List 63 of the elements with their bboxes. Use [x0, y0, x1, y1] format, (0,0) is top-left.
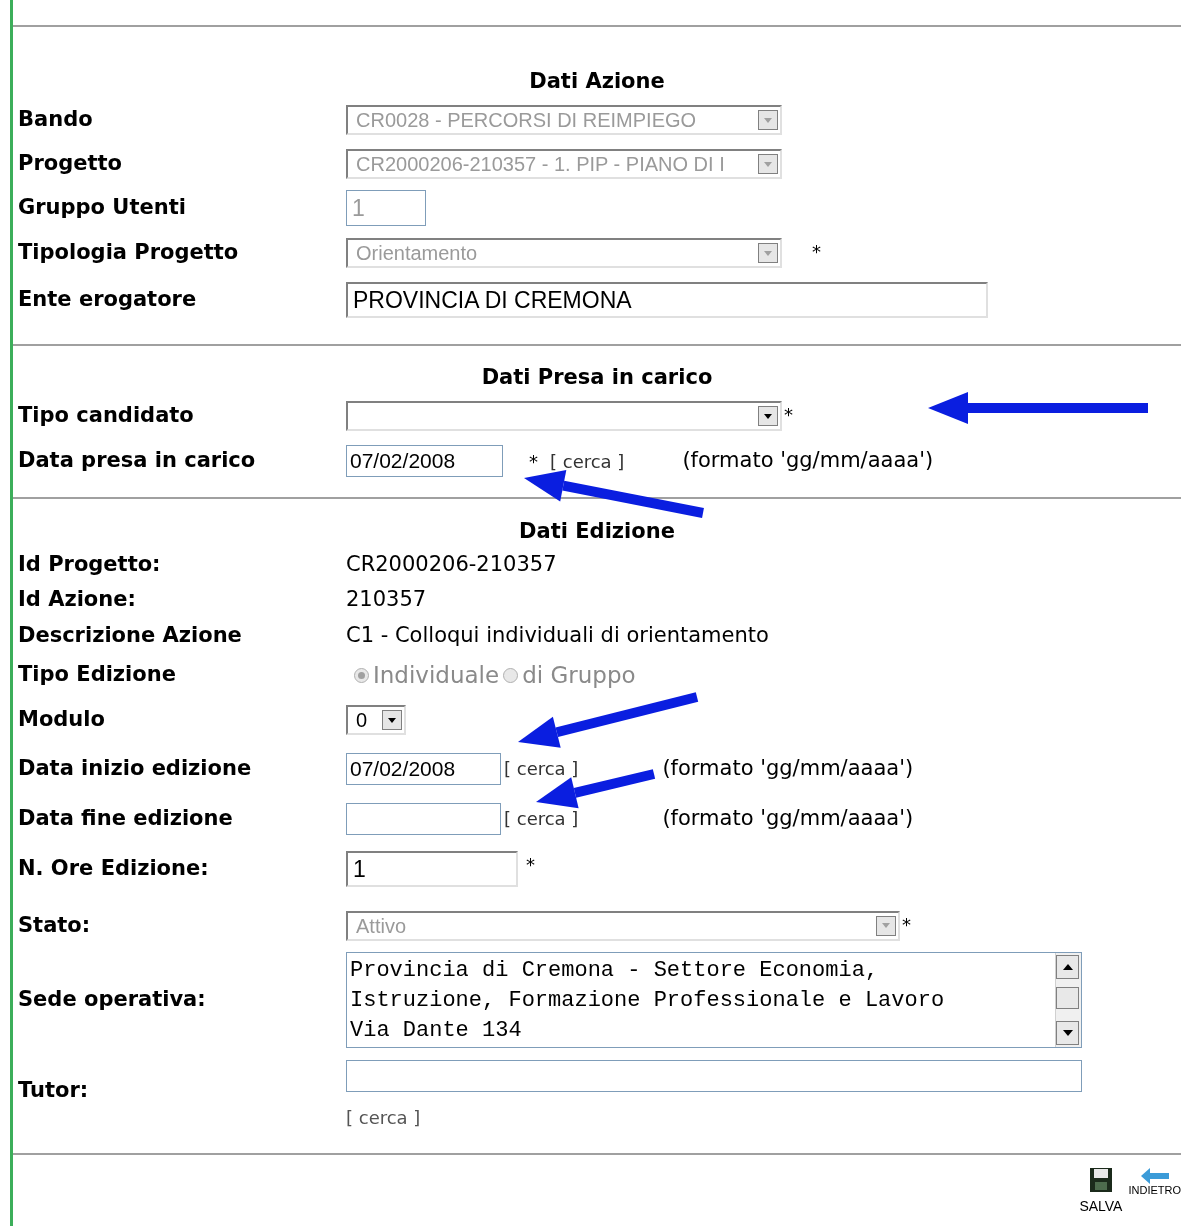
field-label: Tipo candidato: [17, 402, 195, 430]
format-hint: (formato 'gg/mm/aaaa'): [662, 804, 914, 832]
field-label: Stato:: [17, 911, 92, 939]
section-heading: Dati Edizione: [519, 518, 675, 544]
back-button[interactable]: INDIETRO: [1128, 1167, 1181, 1197]
field-label: Gruppo Utenti: [17, 194, 187, 222]
scrollbar[interactable]: [1055, 952, 1081, 1047]
scroll-down-icon[interactable]: [1056, 1020, 1079, 1045]
field-label: Tipo Edizione: [17, 661, 177, 689]
field-label: Progetto: [17, 150, 123, 178]
field-label: Data fine edizione: [17, 804, 234, 832]
field-label: N. Ore Edizione:: [17, 855, 210, 883]
dropdown-button[interactable]: [382, 710, 402, 730]
date-field[interactable]: 07/02/2008: [346, 445, 503, 477]
field-value: 210357: [346, 585, 427, 613]
scroll-up-icon[interactable]: [1056, 954, 1079, 979]
date-field[interactable]: 07/02/2008: [346, 752, 501, 785]
format-hint: (formato 'gg/mm/aaaa'): [682, 447, 934, 475]
input-field[interactable]: 1: [346, 851, 518, 887]
field-label: Modulo: [17, 706, 106, 734]
format-hint: (formato 'gg/mm/aaaa'): [662, 754, 914, 782]
caret-icon: [764, 161, 772, 167]
scroll-thumb[interactable]: [1056, 986, 1079, 1009]
date-field[interactable]: [346, 802, 501, 835]
required-asterisk: *: [902, 912, 911, 937]
section-heading: Dati Azione: [529, 68, 665, 94]
field-label: Ente erogatore: [17, 286, 198, 314]
required-asterisk: *: [784, 403, 793, 427]
caret-icon: [764, 413, 772, 419]
caret-icon: [882, 923, 890, 928]
search-link[interactable]: [ cerca ]: [504, 755, 579, 782]
text-line: Istruzione, Formazione Professionale e Lavoro: [350, 986, 946, 1015]
field-label: Descrizione Azione: [17, 621, 243, 649]
field-value: CR2000206-210357: [346, 551, 557, 579]
required-asterisk: *: [526, 853, 535, 877]
save-button[interactable]: SALVA: [1079, 1167, 1123, 1213]
input-field[interactable]: PROVINCIA DI CREMONA: [346, 282, 988, 318]
field-label: Data inizio edizione: [17, 754, 253, 782]
field-label: Bando: [17, 106, 94, 134]
field-value: C1 - Colloqui individuali di orientamento: [346, 621, 769, 649]
caret-icon: [764, 117, 772, 123]
field-label: Id Progetto:: [17, 551, 162, 579]
text-line: Via Dante 134: [350, 1016, 523, 1045]
text-line: Provincia di Cremona - Settore Economia,: [350, 956, 880, 985]
dropdown[interactable]: [346, 401, 782, 431]
required-asterisk: *: [529, 449, 538, 474]
search-link[interactable]: [ cerca ]: [550, 447, 625, 475]
search-link[interactable]: [ cerca ]: [504, 805, 579, 832]
left-arrow-icon: [1139, 1167, 1170, 1185]
field-label: Tutor:: [17, 1077, 90, 1105]
field-label: Sede operativa:: [17, 985, 207, 1013]
field-label: Id Azione:: [17, 585, 137, 613]
input-field[interactable]: [346, 1059, 1082, 1092]
required-asterisk: *: [812, 240, 821, 264]
section-heading: Dati Presa in carico: [481, 364, 713, 390]
caret-icon: [764, 250, 772, 256]
dropdown-button[interactable]: [758, 406, 778, 426]
text-area[interactable]: Provincia di Cremona - Settore Economia, Istruzione, Formazione Professionale e Lavoro Via Dante 134: [346, 951, 1082, 1048]
field-label: Data presa in carico: [17, 447, 257, 475]
field-label: Tipologia Progetto: [17, 239, 240, 267]
caret-icon: [388, 717, 396, 723]
dropdown[interactable]: 0: [346, 705, 406, 735]
search-link[interactable]: [ cerca ]: [346, 1103, 421, 1131]
